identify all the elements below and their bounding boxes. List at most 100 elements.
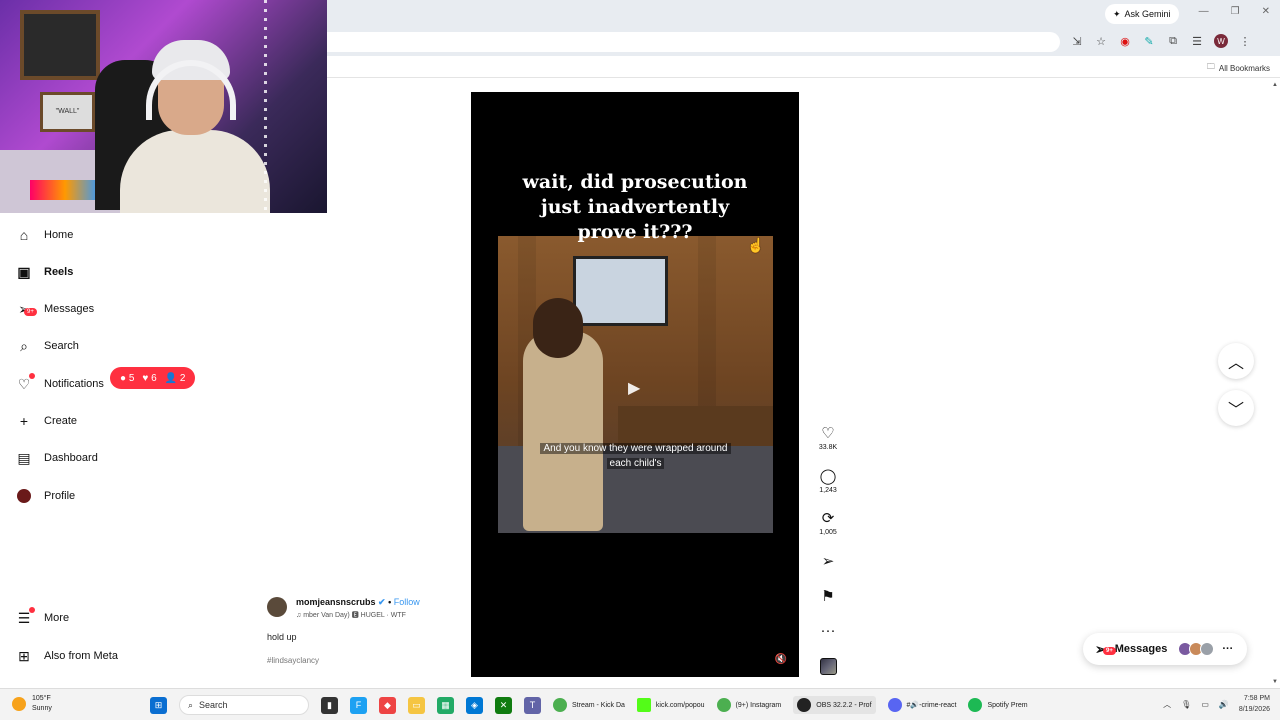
next-reel-button[interactable]: ﹀ bbox=[1218, 390, 1254, 426]
folder-icon: 🗀 bbox=[1206, 62, 1215, 71]
reel-video-frame[interactable]: ▶ And you know they were wrapped around … bbox=[498, 236, 773, 533]
taskbar-clock[interactable]: 7:58 PM 8/19/2026 bbox=[1239, 693, 1270, 715]
follow-button[interactable]: Follow bbox=[394, 597, 420, 607]
sidebar-item-reels[interactable]: ▣ Reels bbox=[16, 262, 73, 282]
close-icon[interactable]: ✕ bbox=[1262, 6, 1270, 17]
clock-date: 8/19/2026 bbox=[1238, 706, 1270, 713]
audio-track[interactable]: ♫ mber Van Day) 🅴 HUGEL · WTF bbox=[296, 610, 406, 620]
clock-time: 7:58 PM bbox=[1243, 695, 1270, 702]
windows-start-icon[interactable]: ⊞ bbox=[150, 696, 167, 714]
like-count: 33.8K bbox=[818, 444, 838, 451]
taskbar-app-label: Spotify Prem bbox=[987, 701, 1028, 709]
taskbar-search[interactable]: ⌕ Search bbox=[179, 695, 309, 715]
sidebar-item-home[interactable]: ⌂ Home bbox=[16, 225, 74, 245]
messages-pill[interactable]: ➢ 9+ Messages ··· bbox=[1083, 633, 1247, 665]
weather-widget[interactable]: 105°F Sunny bbox=[12, 694, 52, 714]
app-icon[interactable]: ◈ bbox=[466, 696, 483, 714]
app-icon[interactable]: ▦ bbox=[437, 696, 454, 714]
webcam-wall-frame bbox=[20, 10, 100, 80]
sidebar-item-messages[interactable]: ➢9+ Messages bbox=[16, 299, 94, 319]
video-person bbox=[523, 331, 603, 531]
sidebar-item-profile[interactable]: Profile bbox=[16, 486, 75, 506]
play-icon[interactable]: ▶ bbox=[628, 378, 646, 397]
previous-reel-button[interactable]: ︿ bbox=[1218, 343, 1254, 379]
author-username[interactable]: momjeansnscrubs bbox=[296, 597, 376, 607]
reel-player[interactable]: wait, did prosecution just inadvertently… bbox=[471, 92, 799, 677]
app-icon[interactable]: ◆ bbox=[379, 696, 396, 714]
teams-icon[interactable]: T bbox=[524, 696, 541, 714]
profile-avatar-icon[interactable]: W bbox=[1214, 34, 1228, 48]
sidebar-item-notifications[interactable]: ♡ Notifications bbox=[16, 373, 104, 394]
sidebar-item-search[interactable]: ⌕ Search bbox=[16, 336, 79, 356]
taskbar-app-instagram[interactable]: (9+) Instagram bbox=[716, 698, 781, 712]
restore-icon[interactable]: ❐ bbox=[1231, 6, 1240, 17]
sidebar-item-dashboard[interactable]: ▤ Dashboard bbox=[16, 448, 97, 468]
share-button[interactable]: ➢ bbox=[812, 552, 844, 570]
tray-overflow-icon[interactable]: ︿ bbox=[1163, 699, 1171, 710]
app-icon[interactable]: F bbox=[350, 696, 367, 714]
windows-taskbar: 105°F Sunny ⊞ ⌕ Search ▮ F ◆ ▭ ▦ ◈ ✕ T S… bbox=[0, 688, 1280, 720]
chevron-up-icon: ︿ bbox=[1227, 355, 1244, 372]
extensions-puzzle-icon[interactable]: ⧉ bbox=[1166, 35, 1180, 48]
messages-badge: 9+ bbox=[24, 308, 37, 316]
discord-icon bbox=[887, 698, 902, 712]
audio-track-label: mber Van Day) 🅴 HUGEL · WTF bbox=[303, 612, 406, 619]
ask-gemini-button[interactable]: ✦ Ask Gemini bbox=[1105, 4, 1179, 24]
microphone-icon[interactable]: 🎙 bbox=[1181, 700, 1191, 709]
obs-icon bbox=[797, 698, 812, 712]
sun-icon bbox=[12, 697, 26, 711]
notification-dot bbox=[29, 373, 35, 379]
taskbar-app-kick[interactable]: kick.com/popou bbox=[636, 698, 705, 712]
address-bar[interactable] bbox=[327, 32, 1060, 52]
comment-count: 1,243 bbox=[819, 487, 837, 494]
audio-thumbnail[interactable] bbox=[820, 658, 837, 675]
install-app-icon[interactable]: ⇲ bbox=[1070, 35, 1084, 48]
all-bookmarks-label: All Bookmarks bbox=[1218, 63, 1270, 73]
plus-icon: + bbox=[19, 413, 29, 429]
repost-icon: ⟳ bbox=[821, 510, 835, 527]
sidebar-item-more[interactable]: ☰ More bbox=[16, 607, 69, 628]
network-icon[interactable]: ▭ bbox=[1201, 700, 1209, 709]
taskbar-app-discord[interactable]: #🔊-crime-react bbox=[887, 698, 956, 712]
messages-icon: ➢9+ bbox=[1095, 641, 1116, 658]
sidebar-item-label: Search bbox=[44, 340, 79, 352]
xbox-icon[interactable]: ✕ bbox=[495, 696, 512, 714]
webcam-sign: "WALL" bbox=[40, 92, 95, 132]
all-bookmarks-button[interactable]: 🗀 All Bookmarks bbox=[1207, 61, 1270, 75]
comment-button[interactable]: ◯ 1,243 bbox=[812, 467, 844, 494]
sidebar-item-also-from-meta[interactable]: ⊞ Also from Meta bbox=[16, 646, 118, 666]
mute-icon[interactable]: 🔇 bbox=[775, 654, 787, 665]
taskbar-app-spotify[interactable]: Spotify Prem bbox=[968, 698, 1028, 712]
sidebar-item-label: Profile bbox=[44, 490, 76, 502]
sidebar-item-label: Notifications bbox=[44, 378, 104, 390]
repost-button[interactable]: ⟳ 1,005 bbox=[812, 509, 844, 536]
file-explorer-icon[interactable]: ▭ bbox=[408, 696, 425, 714]
sidebar-item-create[interactable]: + Create bbox=[16, 411, 77, 431]
like-button[interactable]: ♡ 33.8K bbox=[812, 424, 844, 451]
like-count: ♥ 6 bbox=[142, 373, 156, 384]
reels-icon: ▣ bbox=[17, 263, 31, 280]
volume-icon[interactable]: 🔊 bbox=[1219, 700, 1229, 709]
spotify-icon bbox=[968, 698, 983, 712]
scrollbar-down-arrow[interactable]: ▼ bbox=[1272, 679, 1278, 685]
more-options-button[interactable]: ··· bbox=[812, 622, 844, 640]
kebab-menu-icon[interactable]: ⋮ bbox=[1238, 35, 1252, 48]
save-button[interactable]: ⚑ bbox=[812, 587, 844, 605]
extension-teal-icon[interactable]: ✎ bbox=[1142, 35, 1156, 48]
extension-red-icon[interactable]: ◉ bbox=[1118, 35, 1132, 48]
notifications-summary-pill[interactable]: ● 5 ♥ 6 👤 2 bbox=[110, 367, 196, 389]
author-avatar[interactable] bbox=[267, 597, 287, 617]
bookmark-star-icon[interactable]: ☆ bbox=[1094, 35, 1108, 48]
toolbar-icons: ⇲ ☆ ◉ ✎ ⧉ ☰ W ⋮ bbox=[1070, 34, 1252, 48]
reading-list-icon[interactable]: ☰ bbox=[1190, 35, 1204, 48]
mouse-cursor-icon: ☝ bbox=[747, 237, 765, 253]
comment-icon: ● bbox=[120, 372, 127, 384]
taskbar-app-label: kick.com/popou bbox=[655, 701, 705, 709]
minimize-icon[interactable]: — bbox=[1199, 6, 1209, 17]
reel-hashtag[interactable]: #lindsayclancy bbox=[267, 656, 319, 665]
taskbar-app-obs[interactable]: OBS 32.2.2 - Prof bbox=[793, 696, 876, 714]
taskbar-app-chrome-kick[interactable]: Stream - Kick Da bbox=[553, 698, 625, 712]
task-view-icon[interactable]: ▮ bbox=[321, 696, 338, 714]
messages-pill-badge: 9+ bbox=[1103, 646, 1116, 655]
scrollbar-up-arrow[interactable]: ▲ bbox=[1272, 82, 1278, 88]
